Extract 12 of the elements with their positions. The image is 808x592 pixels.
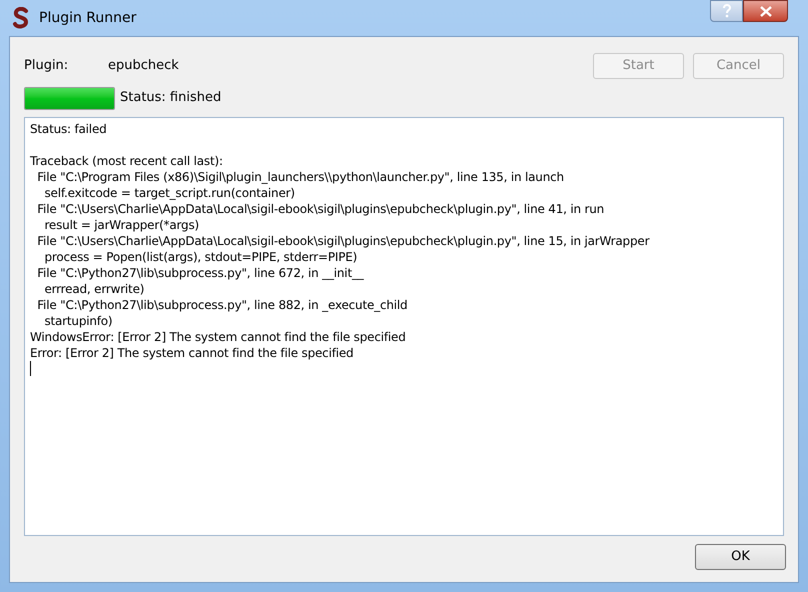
plugin-name: epubcheck [108,57,179,76]
output-log[interactable]: Status: failed Traceback (most recent call last): File "C:\Program Files (x86)\Sigil\plugin_launchers\\python\launcher.py", line 135, in launch self.exitcode = target_script.run(container) File "C:\Users\Charlie\AppData\Local\sigil-ebook\sigil\plugins\epubcheck\plugin.py", line 41, in run result = jarWrapper(*args) File "C:\Users\Charlie\AppData\Local\sigil-ebook\sigil\plugins\epubcheck\plugin.py", line 15, in jarWrapper process = Popen(list(args), stdout=PIPE, stderr=PIPE) File "C:\Python27\lib\subprocess.py", line 672, in __init__ errread, errwrite) File "C:\Python27\lib\subprocess.py", line 882, in _execute_child startupinfo) WindowsError: [Error 2] The system cannot find the file specified Error: [Error 2] The system cannot find the file specified [24,117,784,536]
close-icon [760,6,772,16]
close-button[interactable] [743,0,788,22]
status-text: Status: finished [120,89,222,108]
text-cursor [30,361,31,376]
question-mark-icon [722,4,732,18]
plugin-label: Plugin: [24,57,70,76]
app-logo-icon [12,7,30,29]
window-title: Plugin Runner [39,8,136,28]
ok-button[interactable]: OK [695,544,786,570]
help-button[interactable] [710,0,743,22]
